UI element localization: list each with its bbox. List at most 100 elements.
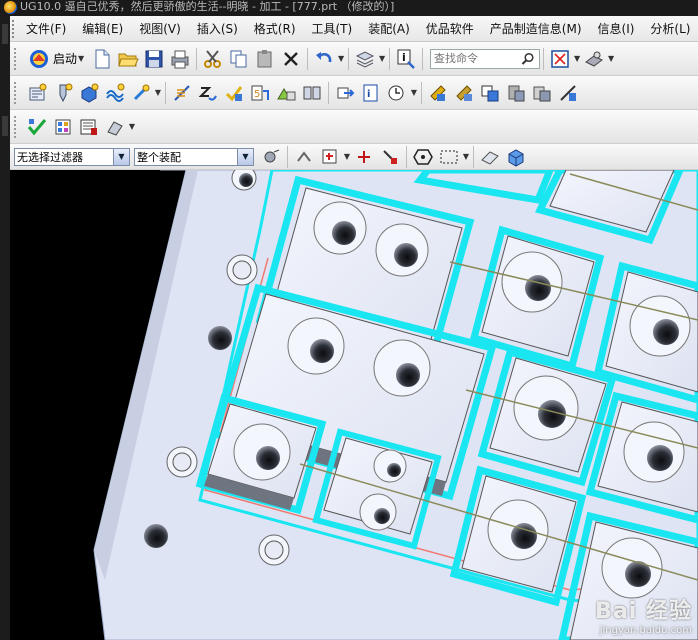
save-button[interactable] xyxy=(141,46,167,72)
cube-icon xyxy=(508,148,524,167)
toolbar-separator xyxy=(348,47,350,70)
menu-view[interactable]: 视图(V) xyxy=(131,17,189,41)
menu-tools[interactable]: 工具(T) xyxy=(304,17,361,41)
cut-button[interactable] xyxy=(200,46,226,72)
open-button[interactable] xyxy=(115,46,141,72)
copy-object-button[interactable] xyxy=(477,80,503,106)
paste-button[interactable] xyxy=(252,46,278,72)
new-file-button[interactable] xyxy=(89,46,115,72)
shade-button[interactable] xyxy=(581,46,607,72)
shop-doc-button[interactable] xyxy=(273,80,299,106)
generate-toolpath-button[interactable] xyxy=(169,80,195,106)
navigator-dropdown-icon[interactable]: ▼ xyxy=(128,122,136,131)
check-button[interactable] xyxy=(24,114,50,140)
model-canvas[interactable] xyxy=(10,170,698,640)
select-circle-button[interactable] xyxy=(410,144,436,169)
delete-button[interactable] xyxy=(278,46,304,72)
create-tool-button[interactable] xyxy=(50,80,76,106)
select-dropdown-icon[interactable]: ▼ xyxy=(462,152,470,161)
add-point-icon xyxy=(358,150,370,163)
toolbar-grip[interactable] xyxy=(14,81,20,104)
view-dropdown-icon[interactable]: ▼ xyxy=(573,54,581,63)
menu-bar: 文件(F) 编辑(E) 视图(V) 插入(S) 格式(R) 工具(T) 装配(A… xyxy=(10,16,698,42)
menu-assembly[interactable]: 装配(A) xyxy=(360,17,418,41)
svg-text:i: i xyxy=(402,51,406,64)
cut-object-icon xyxy=(456,84,472,101)
create-method-button[interactable] xyxy=(102,80,128,106)
undo-dropdown-icon[interactable]: ▼ xyxy=(337,54,345,63)
selection-scope-value: 整个装配 xyxy=(137,150,181,164)
time-dropdown-icon[interactable]: ▼ xyxy=(410,88,418,97)
point-constructor-button[interactable] xyxy=(317,144,343,169)
create-operation-button[interactable] xyxy=(128,80,154,106)
info-button[interactable]: i xyxy=(393,46,419,72)
menu-information[interactable]: 信息(I) xyxy=(590,17,643,41)
command-search-input[interactable] xyxy=(434,52,521,65)
print-button[interactable] xyxy=(167,46,193,72)
paste-object-button[interactable] xyxy=(503,80,529,106)
undo-icon xyxy=(316,51,332,62)
fit-view-button[interactable] xyxy=(547,46,573,72)
checkmark-icon xyxy=(27,118,47,135)
layer-dropdown-icon[interactable]: ▼ xyxy=(378,54,386,63)
search-icon[interactable] xyxy=(521,52,535,66)
cavity-boss[interactable] xyxy=(449,465,587,607)
machine-view-button[interactable] xyxy=(76,114,102,140)
graphics-window[interactable]: Bai 经验 jingyan.baidu.com xyxy=(10,170,698,640)
eraser-button[interactable] xyxy=(477,144,503,169)
menu-format[interactable]: 格式(R) xyxy=(246,17,304,41)
plate-hole[interactable] xyxy=(258,534,290,566)
box-select-button[interactable] xyxy=(503,144,529,169)
plate-hole[interactable] xyxy=(231,170,257,191)
create-geometry-button[interactable] xyxy=(76,80,102,106)
cut-object-button[interactable] xyxy=(451,80,477,106)
create-dropdown-icon[interactable]: ▼ xyxy=(154,88,162,97)
chevron-down-icon[interactable]: ▼ xyxy=(237,148,253,165)
point-dropdown-icon[interactable]: ▼ xyxy=(343,152,351,161)
geometry-view-button[interactable] xyxy=(102,114,128,140)
output-cls-button[interactable] xyxy=(299,80,325,106)
selection-scope-select[interactable]: 整个装配 ▼ xyxy=(134,147,254,166)
menu-grip[interactable] xyxy=(12,19,14,38)
chevron-down-icon[interactable]: ▼ xyxy=(113,148,129,165)
quick-pick-button[interactable] xyxy=(377,144,403,169)
delete-object-button[interactable] xyxy=(529,80,555,106)
plate-hole[interactable] xyxy=(166,446,198,478)
replay-toolpath-button[interactable] xyxy=(195,80,221,106)
plate-hole[interactable] xyxy=(144,524,168,548)
display-object-button[interactable] xyxy=(555,80,581,106)
start-button[interactable]: 启动 ▼ xyxy=(24,46,89,72)
shade-dropdown-icon[interactable]: ▼ xyxy=(607,54,615,63)
toolbar-separator xyxy=(307,47,309,70)
menu-file[interactable]: 文件(F) xyxy=(18,17,74,41)
menu-analysis[interactable]: 分析(L) xyxy=(642,17,698,41)
menu-youpin[interactable]: 优品软件 xyxy=(418,17,482,41)
create-program-button[interactable] xyxy=(24,80,50,106)
plate-hole[interactable] xyxy=(226,254,258,286)
verify-toolpath-button[interactable] xyxy=(221,80,247,106)
command-finder[interactable] xyxy=(430,48,541,69)
layer-button[interactable] xyxy=(352,46,378,72)
add-point-button[interactable] xyxy=(351,144,377,169)
copy-button[interactable] xyxy=(226,46,252,72)
app-logo-icon xyxy=(4,1,17,14)
chevron-down-icon[interactable]: ▼ xyxy=(77,54,85,63)
toolbar-grip[interactable] xyxy=(14,115,20,138)
menu-insert[interactable]: 插入(S) xyxy=(189,17,246,41)
feed-rate-button[interactable] xyxy=(332,80,358,106)
menu-edit[interactable]: 编辑(E) xyxy=(74,17,131,41)
display-object-icon xyxy=(560,84,576,101)
edit-object-button[interactable] xyxy=(425,80,451,106)
undo-button[interactable] xyxy=(311,46,337,72)
machine-time-button[interactable] xyxy=(384,80,410,106)
toolbar-grip[interactable] xyxy=(14,47,20,70)
plate-hole[interactable] xyxy=(208,326,232,350)
assembly-filter-button[interactable] xyxy=(258,144,284,169)
list-info-button[interactable]: i xyxy=(358,80,384,106)
snap-point-button[interactable] xyxy=(291,144,317,169)
select-rectangle-button[interactable] xyxy=(436,144,462,169)
postprocess-button[interactable]: 5 xyxy=(247,80,273,106)
type-filter-select[interactable]: 无选择过滤器 ▼ xyxy=(14,147,130,166)
program-view-button[interactable] xyxy=(50,114,76,140)
menu-pmi[interactable]: 产品制造信息(M) xyxy=(482,17,590,41)
